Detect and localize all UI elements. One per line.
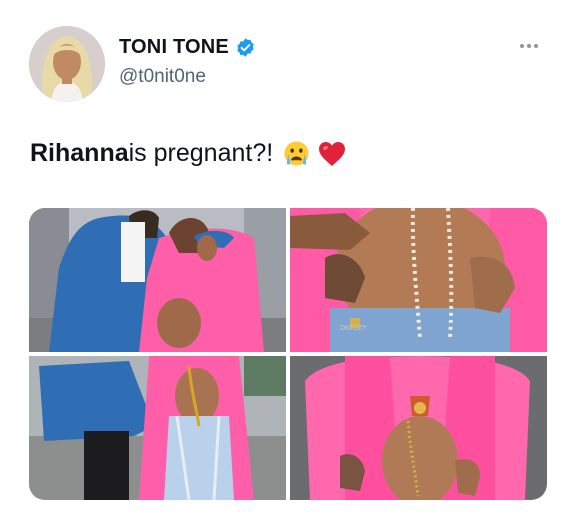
tweet-body-text: is pregnant?! [128,139,274,167]
dot [527,44,531,48]
dot [520,44,524,48]
author-display-name[interactable]: TONI TONE [119,36,229,59]
photo-3[interactable] [29,356,286,500]
watermark-text: DIGGZY [340,325,367,332]
tweet-bold-text[interactable]: Rihanna [30,139,129,168]
verified-badge-icon [235,37,256,58]
photo-1[interactable] [29,208,286,352]
photo-2[interactable]: DIGGZY [290,208,547,352]
red-heart-emoji [318,141,346,167]
tweet-text: Rihanna is pregnant?! [30,139,346,168]
avatar[interactable] [29,26,105,102]
photo-4[interactable] [290,356,547,500]
media-grid: DIGGZY [29,208,547,500]
dot [534,44,538,48]
more-options-icon[interactable] [520,36,546,56]
author-handle[interactable]: @t0nit0ne [119,66,206,88]
crying-face-emoji [283,140,310,167]
